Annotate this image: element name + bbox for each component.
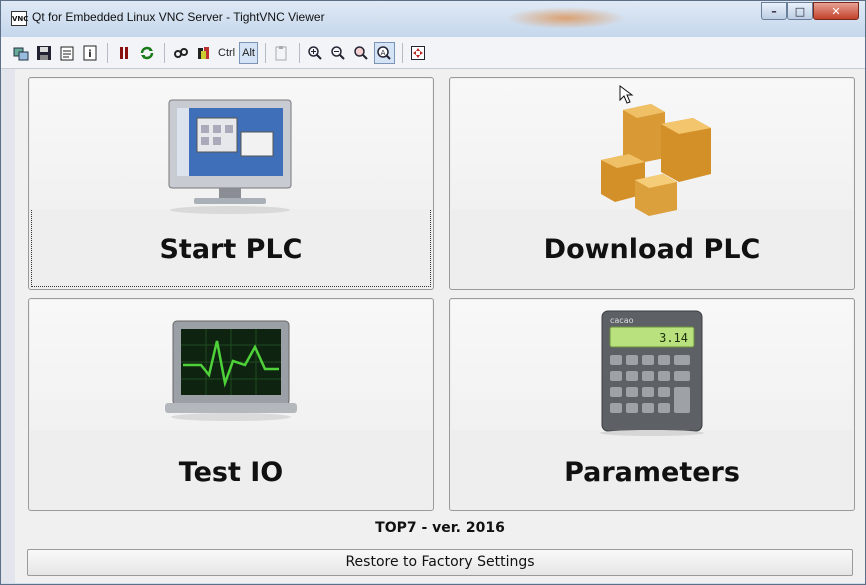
- version-label: TOP7 - ver. 2016: [375, 520, 505, 536]
- boxes-icon: [601, 104, 711, 216]
- title-bar[interactable]: VNC Qt for Embedded Linux VNC Server - T…: [1, 1, 865, 37]
- alt-key-button[interactable]: Alt: [239, 41, 258, 64]
- viewer-toolbar: i Ctrl Alt A: [1, 37, 865, 69]
- new-connection-icon[interactable]: [10, 42, 31, 64]
- monitor-icon: [168, 99, 292, 214]
- options-icon[interactable]: [56, 42, 77, 64]
- ctrl-key-button[interactable]: Ctrl: [216, 42, 237, 64]
- parameters-button[interactable]: cacao 3.14 Parameters: [449, 298, 855, 511]
- svg-text:i: i: [88, 49, 91, 60]
- viewer-left-edge: [1, 69, 15, 583]
- close-button[interactable]: ✕: [813, 2, 859, 20]
- download-plc-button[interactable]: Download PLC: [449, 77, 855, 290]
- maximize-button[interactable]: □: [787, 2, 813, 20]
- toolbar-separator: [401, 42, 403, 63]
- send-keys-icon[interactable]: [193, 42, 214, 64]
- test-io-button[interactable]: Test IO: [28, 298, 434, 511]
- zoom-in-icon[interactable]: [305, 42, 326, 64]
- vnc-app-icon: VNC: [11, 11, 28, 26]
- calculator-display: 3.14: [659, 331, 688, 345]
- zoom-fit-icon[interactable]: A: [373, 41, 395, 64]
- activity-monitor-icon: [165, 320, 297, 421]
- svg-text:A: A: [381, 49, 386, 57]
- test-io-label: Test IO: [178, 457, 284, 488]
- pause-icon[interactable]: [113, 42, 134, 64]
- toolbar-separator: [298, 42, 300, 63]
- restore-factory-settings-button[interactable]: Restore to Factory Settings: [27, 549, 853, 576]
- window-title: Qt for Embedded Linux VNC Server - Tight…: [32, 10, 325, 24]
- calculator-brand: cacao: [610, 316, 634, 325]
- clipboard-icon[interactable]: [271, 42, 292, 64]
- start-plc-label: Start PLC: [159, 234, 303, 265]
- toolbar-separator: [264, 42, 266, 63]
- start-plc-button[interactable]: Start PLC: [28, 77, 434, 290]
- window-controls: – □ ✕: [761, 2, 859, 20]
- zoom-out-icon[interactable]: [328, 42, 349, 64]
- fullscreen-icon[interactable]: [408, 42, 429, 64]
- save-icon[interactable]: [33, 42, 54, 64]
- title-bar-glow: [506, 7, 626, 29]
- refresh-icon[interactable]: [136, 42, 157, 64]
- info-icon[interactable]: i: [79, 42, 100, 64]
- toolbar-separator: [164, 42, 165, 63]
- mouse-cursor-icon: [619, 85, 634, 104]
- ctrl-alt-del-icon[interactable]: [170, 42, 191, 64]
- remote-screen: Start PLC Download PLC Test IO cacao 3.1…: [15, 69, 865, 583]
- download-plc-label: Download PLC: [543, 234, 761, 265]
- calculator-icon: cacao 3.14: [600, 310, 704, 436]
- minimize-button[interactable]: –: [761, 2, 787, 20]
- vnc-viewer-window: VNC Qt for Embedded Linux VNC Server - T…: [0, 0, 866, 585]
- toolbar-separator: [107, 42, 108, 63]
- parameters-label: Parameters: [564, 457, 740, 488]
- zoom-100-icon[interactable]: [351, 42, 372, 64]
